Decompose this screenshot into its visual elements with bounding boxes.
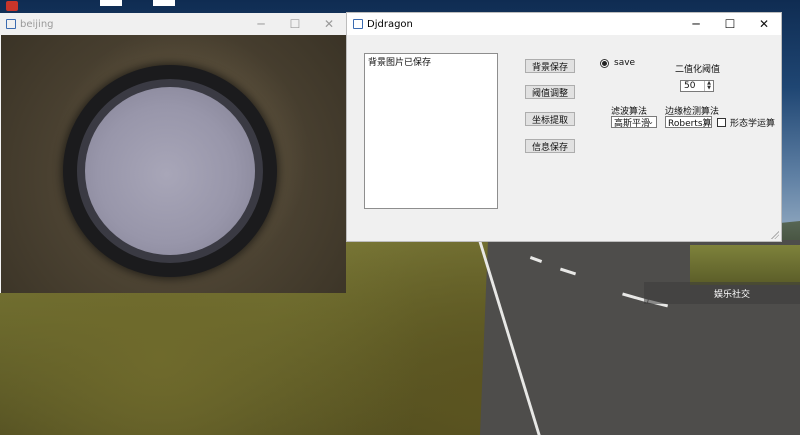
radio-indicator[interactable] <box>600 58 609 68</box>
maximize-button[interactable]: ☐ <box>278 13 312 35</box>
extract-coords-button[interactable]: 坐标提取 <box>525 112 575 126</box>
log-text: 背景图片已保存 <box>368 58 432 68</box>
resize-grip[interactable] <box>771 231 779 239</box>
chevron-down-icon: ⌄ <box>702 117 709 126</box>
djdragon-titlebar[interactable]: Djdragon ─ ☐ ✕ <box>347 13 781 35</box>
save-info-button[interactable]: 信息保存 <box>525 139 575 153</box>
binary-threshold-label: 二值化阈值 <box>675 65 721 75</box>
powerpoint-icon[interactable] <box>6 1 18 11</box>
window-title: beijing <box>20 18 54 30</box>
morphology-label: 形态学运算 <box>730 119 776 129</box>
save-radio[interactable]: save <box>600 58 635 68</box>
close-button[interactable]: ✕ <box>312 13 346 35</box>
filter-select[interactable]: 高斯平滑 ⌄ <box>611 116 657 128</box>
overlay-label: 娱乐社交 <box>644 282 800 304</box>
app-icon <box>6 19 16 29</box>
beijing-window[interactable]: beijing ─ ☐ ✕ <box>0 13 346 293</box>
log-textbox[interactable]: 背景图片已保存 <box>364 53 498 209</box>
adjust-threshold-button[interactable]: 阈值调整 <box>525 85 575 99</box>
camera-image <box>1 35 346 293</box>
window-fragment <box>100 0 122 6</box>
morphology-checkbox[interactable]: 形态学运算 <box>717 116 775 129</box>
beijing-titlebar[interactable]: beijing ─ ☐ ✕ <box>0 13 346 35</box>
threshold-value: 50 <box>684 81 696 91</box>
filter-value: 高斯平滑 <box>614 118 651 128</box>
hill <box>690 245 800 285</box>
window-fragment <box>153 0 175 6</box>
minimize-button[interactable]: ─ <box>244 13 278 35</box>
spin-arrows[interactable]: ▲ ▼ <box>704 81 713 91</box>
chevron-down-icon: ⌄ <box>647 117 654 126</box>
app-icon <box>353 19 363 29</box>
djdragon-window[interactable]: Djdragon ─ ☐ ✕ 背景图片已保存 背景保存 阈值调整 坐标提取 信息… <box>346 12 782 242</box>
save-radio-label: save <box>614 58 636 68</box>
window-title: Djdragon <box>367 18 413 30</box>
threshold-spinbox[interactable]: 50 ▲ ▼ <box>680 80 714 92</box>
circular-sample <box>85 87 255 255</box>
close-button[interactable]: ✕ <box>747 13 781 35</box>
edge-detect-select[interactable]: Roberts算 ⌄ <box>665 116 712 128</box>
maximize-button[interactable]: ☐ <box>713 13 747 35</box>
minimize-button[interactable]: ─ <box>679 13 713 35</box>
checkbox-indicator[interactable] <box>717 118 726 127</box>
save-background-button[interactable]: 背景保存 <box>525 59 575 73</box>
